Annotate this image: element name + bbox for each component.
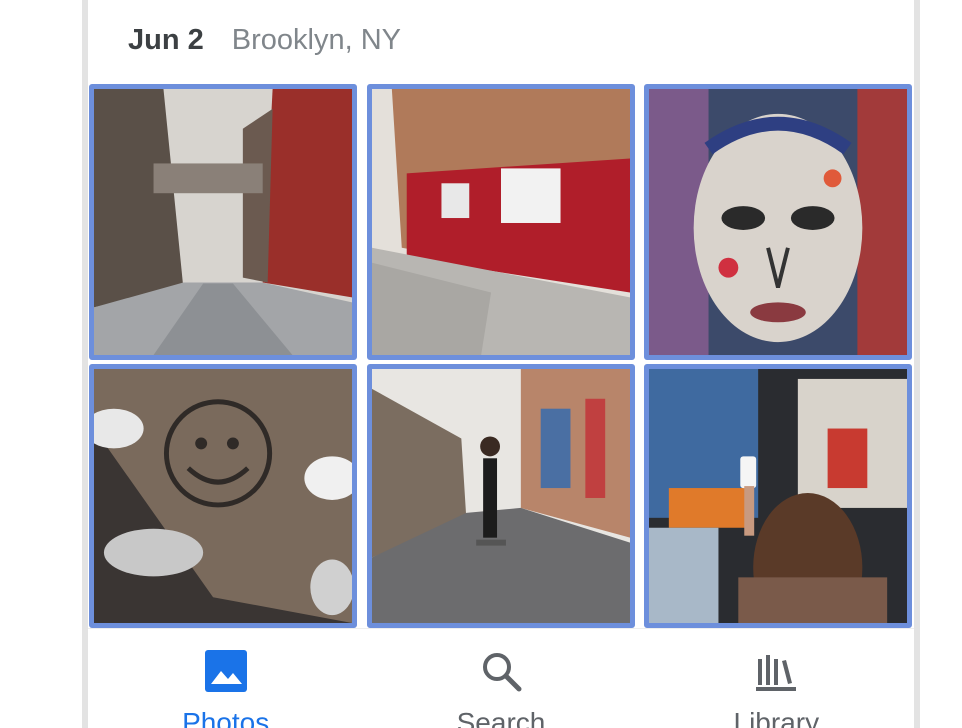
nav-library-label: Library bbox=[733, 707, 820, 728]
photo-thumbnail bbox=[372, 89, 630, 355]
group-location: Brooklyn, NY bbox=[231, 23, 401, 56]
nav-library[interactable]: Library bbox=[639, 629, 914, 728]
photo-thumbnail bbox=[649, 89, 907, 355]
photo-graffiti-phone[interactable] bbox=[644, 364, 912, 628]
search-icon bbox=[482, 653, 522, 692]
photo-icon bbox=[204, 650, 247, 692]
photo-thumbnail bbox=[94, 369, 352, 623]
photo-thumbnail bbox=[94, 89, 352, 355]
bottom-navigation: Photos Search Library bbox=[88, 628, 914, 728]
library-icon bbox=[756, 655, 797, 691]
photo-smiley-pavement[interactable] bbox=[89, 364, 357, 628]
photos-app-screen: Jun 2 Brooklyn, NY Photos Search Library bbox=[82, 0, 920, 728]
nav-search[interactable]: Search bbox=[363, 629, 638, 728]
nav-photos-label: Photos bbox=[182, 707, 270, 728]
photo-alley-skater[interactable] bbox=[367, 364, 635, 628]
photo-mural-face[interactable] bbox=[644, 84, 912, 360]
photo-grid bbox=[88, 84, 914, 628]
date-group-header: Jun 2 Brooklyn, NY bbox=[128, 20, 401, 60]
photo-thumbnail bbox=[649, 369, 907, 623]
nav-photos[interactable]: Photos bbox=[88, 629, 363, 728]
group-date: Jun 2 bbox=[128, 23, 204, 56]
photo-thumbnail bbox=[372, 369, 630, 623]
nav-search-label: Search bbox=[456, 707, 546, 728]
photo-street-skybridge[interactable] bbox=[89, 84, 357, 360]
photo-red-storefront[interactable] bbox=[367, 84, 635, 360]
